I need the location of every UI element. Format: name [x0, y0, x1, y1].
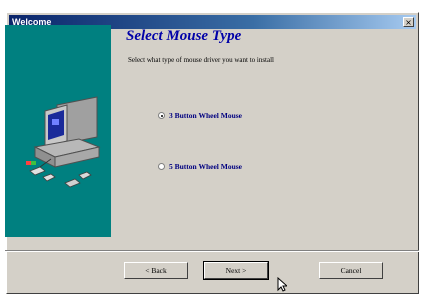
option-3-button-wheel-mouse[interactable]: 3 Button Wheel Mouse: [158, 111, 242, 120]
option-label[interactable]: 3 Button Wheel Mouse: [169, 111, 242, 120]
cancel-button[interactable]: Cancel: [319, 262, 383, 279]
arrow-cursor-icon: [277, 277, 287, 292]
page-heading: Select Mouse Type: [126, 28, 242, 44]
option-label[interactable]: 5 Button Wheel Mouse: [169, 162, 242, 171]
radio-button[interactable]: [158, 163, 165, 170]
computer-illustration-icon: [26, 96, 101, 188]
close-button[interactable]: ×: [403, 17, 414, 27]
next-button[interactable]: Next >: [203, 261, 269, 280]
back-button[interactable]: < Back: [124, 262, 188, 279]
instruction-text: Select what type of mouse driver you wan…: [128, 56, 274, 64]
radio-button-selected[interactable]: [158, 112, 165, 119]
wizard-side-panel: [5, 25, 111, 237]
divider: [5, 250, 419, 252]
option-5-button-wheel-mouse[interactable]: 5 Button Wheel Mouse: [158, 162, 242, 171]
